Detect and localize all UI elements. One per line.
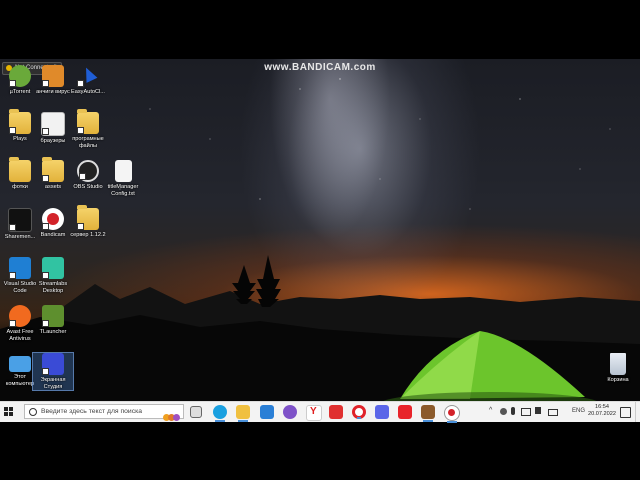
yandex-browser-icon[interactable]: Y [306, 405, 322, 421]
text-file-icon [114, 160, 132, 182]
opera-icon[interactable] [352, 405, 366, 419]
minecraft-icon[interactable] [421, 405, 435, 422]
yandex-icon[interactable] [398, 405, 412, 419]
sharex-icon [8, 208, 32, 232]
tray-app-icon[interactable] [500, 408, 507, 415]
folder-icon [77, 205, 99, 230]
tray-chevron-icon[interactable]: ^ [489, 407, 492, 414]
taskbar-search-input[interactable]: Введите здесь текст для поиска [24, 404, 184, 421]
search-icon [29, 408, 37, 416]
search-placeholder: Введите здесь текст для поиска [41, 408, 143, 415]
show-desktop-button[interactable] [635, 402, 640, 422]
streamlabs-icon [42, 257, 64, 279]
tlauncher-icon [42, 305, 64, 327]
desktop-icon-tlauncher[interactable]: TLauncher [33, 305, 73, 336]
viber-icon[interactable] [283, 405, 297, 419]
desktop-icon-assets[interactable]: assets [33, 157, 73, 191]
recycle-bin-icon [610, 353, 626, 375]
file-explorer-icon[interactable] [236, 405, 250, 422]
keyboard-icon[interactable] [548, 409, 558, 416]
desktop-icon-bandicam[interactable]: Bandicam [33, 208, 73, 239]
desktop-icon-obs[interactable]: OBS Studio [68, 160, 108, 191]
bandicam-icon [42, 208, 64, 230]
desktop-icon-recycle-bin[interactable]: Корзина [598, 353, 638, 384]
desktop-icon-antivirus[interactable]: анчиги вирус [33, 65, 73, 96]
desktop-icon-screen-studio[interactable]: Экранная Студия [32, 351, 74, 392]
microphone-icon[interactable] [511, 407, 515, 415]
bandicam-taskbar-icon[interactable] [444, 405, 460, 423]
folder-icon [42, 157, 64, 182]
notifications-icon[interactable] [620, 407, 631, 418]
computer-icon [9, 356, 31, 372]
app-icon [42, 65, 64, 87]
desktop-icon-program-files[interactable]: програмные файлы [68, 109, 108, 149]
desktop-icon-easyautoclicker[interactable]: EasyAutoCl... [68, 65, 108, 96]
taskbar: Введите здесь текст для поиска Y ^ ENG 1… [0, 401, 640, 423]
windows-start-icon[interactable] [4, 407, 14, 417]
folder-icon [9, 157, 31, 182]
discord-icon[interactable] [375, 405, 389, 419]
volume-icon[interactable] [535, 407, 541, 414]
folder-icon [9, 109, 31, 134]
cursor-icon [77, 65, 99, 87]
utorrent-icon [9, 65, 31, 87]
desktop-icon-streamlabs[interactable]: Streamlabs Desktop [33, 257, 73, 294]
task-view-icon[interactable] [190, 406, 202, 418]
clock-date: 20.07.2022 [588, 411, 616, 417]
desktop-icon-server[interactable]: сервер 1.12.2 [68, 205, 108, 239]
language-indicator[interactable]: ENG [572, 408, 585, 414]
mail-app-icon[interactable] [329, 405, 343, 419]
browsers-folder-icon [41, 112, 65, 136]
search-highlight-icon [163, 408, 180, 426]
clock-time: 16:54 [595, 404, 609, 410]
desktop-icon-titlemanager-config[interactable]: titleManager Config.txt [103, 160, 143, 197]
clock[interactable]: 16:54 20.07.2022 [588, 404, 616, 418]
obs-icon [77, 160, 99, 182]
folder-icon [77, 109, 99, 134]
desktop-icon-browsers[interactable]: браузеры [33, 112, 73, 145]
store-icon[interactable] [260, 405, 274, 419]
network-icon[interactable] [521, 408, 531, 416]
edge-browser-icon[interactable] [213, 405, 227, 422]
vscode-icon [9, 257, 31, 279]
avast-icon [9, 305, 31, 327]
desktop-screen: www.BANDICAM.com Not Connected! µTorrent… [0, 59, 640, 421]
screen-studio-icon [42, 353, 64, 375]
